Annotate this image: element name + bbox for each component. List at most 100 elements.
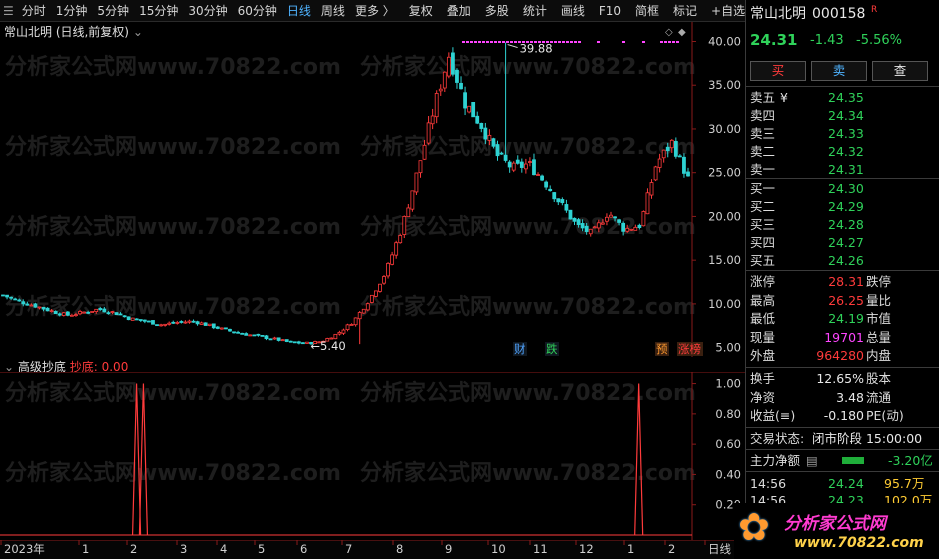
candle-body xyxy=(292,341,297,344)
candle-body xyxy=(252,334,257,337)
signal-dot xyxy=(642,41,645,43)
candle-body xyxy=(29,304,34,307)
candle-body xyxy=(523,163,528,170)
date-label: 10 xyxy=(491,542,506,556)
candle-body xyxy=(442,71,447,89)
signal-dot xyxy=(478,41,481,43)
candle-body xyxy=(284,339,289,342)
candlestick-chart[interactable]: 分析家公式网www.70822.com 分析家公式网www.70822.com 分析… xyxy=(0,22,745,357)
candle-body xyxy=(402,216,407,235)
ask-level-price: 24.31 xyxy=(828,162,864,177)
candle-body xyxy=(288,340,293,343)
stat-value: 19701 xyxy=(824,329,864,345)
period-tab-7[interactable]: 周线 xyxy=(316,0,350,22)
period-tab-5[interactable]: 60分钟 xyxy=(233,0,282,22)
candle-body xyxy=(560,199,565,204)
candle-body xyxy=(25,303,30,306)
tool-button-8[interactable]: +自选 xyxy=(706,0,750,22)
candle-body xyxy=(183,321,188,324)
y-tick-label: 25.00 xyxy=(708,166,741,180)
candle-body xyxy=(211,323,216,329)
candle-body xyxy=(110,311,115,313)
stock-header: 常山北明 000158 R xyxy=(746,5,939,27)
candle-body xyxy=(463,92,467,109)
candle-body xyxy=(65,311,70,316)
candle-body xyxy=(272,337,277,340)
candle-body xyxy=(361,308,366,314)
candle-body xyxy=(499,152,504,155)
tool-button-2[interactable]: 多股 xyxy=(480,0,514,22)
more-icon[interactable]: ◆ xyxy=(678,27,686,38)
event-marker[interactable]: 财 xyxy=(514,342,526,356)
signal-dot xyxy=(566,41,569,43)
tool-button-4[interactable]: 画线 xyxy=(556,0,590,22)
divider xyxy=(746,270,939,271)
signal-dot xyxy=(502,41,505,43)
candle-body xyxy=(256,333,261,336)
period-tab-8[interactable]: 更多 〉 xyxy=(350,0,400,22)
indicator-signal-spike xyxy=(138,383,149,536)
period-tab-6[interactable]: 日线 xyxy=(282,0,316,22)
price-change: -1.43 xyxy=(810,33,844,48)
sell-button[interactable]: 卖 xyxy=(811,61,867,81)
price-change-pct: -5.56% xyxy=(856,33,902,48)
candle-body xyxy=(138,319,143,321)
tool-button-1[interactable]: 叠加 xyxy=(442,0,476,22)
watermark-text: 分析家公式网www.70822.com xyxy=(5,54,341,80)
diamond-icon[interactable]: ◇ xyxy=(665,27,673,38)
tool-button-7[interactable]: 标记 xyxy=(668,0,702,22)
candle-body xyxy=(592,226,597,229)
stat-row: 涨停 28.31 跌停 xyxy=(746,272,939,291)
candle-body xyxy=(260,335,265,337)
signal-dot xyxy=(530,41,533,43)
candle-body xyxy=(301,342,305,345)
candle-body xyxy=(487,134,492,141)
period-tab-2[interactable]: 5分钟 xyxy=(92,0,134,22)
period-tab-1[interactable]: 1分钟 xyxy=(51,0,93,22)
candle-body xyxy=(649,182,654,196)
tool-button-6[interactable]: 简框 xyxy=(630,0,664,22)
candle-body xyxy=(588,228,593,235)
tool-button-5[interactable]: F10 xyxy=(594,0,626,22)
period-tab-4[interactable]: 30分钟 xyxy=(183,0,232,22)
event-marker[interactable]: 跌 xyxy=(546,342,558,356)
candle-body xyxy=(600,222,605,225)
indicator-chart[interactable]: 分析家公式网www.70822.com 分析家公式网www.70822.com 分析… xyxy=(0,372,745,541)
candle-body xyxy=(495,144,500,157)
signal-dot xyxy=(486,41,489,43)
ask-level-label: 卖三 xyxy=(750,126,776,141)
candle-body xyxy=(159,324,163,327)
period-tab-0[interactable]: 分时 xyxy=(17,0,51,22)
signal-dot xyxy=(554,41,557,43)
candle-body xyxy=(219,327,224,330)
ask-level-row: 卖三 24.33 xyxy=(746,124,939,143)
stat-label: 量比 xyxy=(866,292,892,308)
divider xyxy=(746,449,939,450)
candle-body xyxy=(167,322,172,325)
period-tab-3[interactable]: 15分钟 xyxy=(134,0,183,22)
signal-dot xyxy=(518,41,521,43)
date-label: 1 xyxy=(82,542,89,556)
stat-label: 外盘 xyxy=(750,348,776,363)
candle-body xyxy=(596,222,601,229)
candle-body xyxy=(369,294,374,303)
tool-button-3[interactable]: 统计 xyxy=(518,0,552,22)
menu-icon[interactable]: ☰ xyxy=(0,4,17,18)
stat-row: 收益(≡) -0.180 PE(动) xyxy=(746,406,939,425)
candle-body xyxy=(74,314,78,317)
event-marker[interactable]: 涨榜 xyxy=(678,342,701,356)
candle-body xyxy=(276,337,281,341)
trade-status-row: 交易状态: 闭市阶段 15:00:00 xyxy=(746,429,939,448)
list-icon[interactable]: ▤ xyxy=(806,451,818,470)
candle-body xyxy=(33,303,38,308)
candle-body xyxy=(373,290,378,297)
candle-body xyxy=(53,310,58,315)
candle-body xyxy=(629,228,634,231)
signal-dot xyxy=(570,41,573,43)
candle-body xyxy=(9,296,14,299)
signal-dot xyxy=(550,41,553,43)
query-button[interactable]: 查 xyxy=(872,61,928,81)
event-marker[interactable]: 预 xyxy=(656,342,668,356)
tool-button-0[interactable]: 复权 xyxy=(404,0,438,22)
buy-button[interactable]: 买 xyxy=(750,61,806,81)
